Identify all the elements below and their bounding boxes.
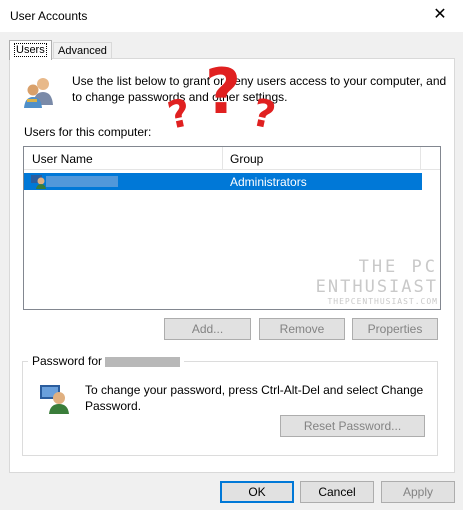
password-instructions: To change your password, press Ctrl-Alt-… (85, 383, 424, 413)
properties-button[interactable]: Properties (352, 318, 438, 340)
watermark: THE PC ENTHUSIAST THEPCENTHUSIAST.COM (258, 257, 438, 306)
tab-advanced[interactable]: Advanced (53, 42, 112, 59)
tab-users[interactable]: Users (9, 40, 52, 60)
watermark-line: ENTHUSIAST (315, 277, 438, 297)
column-group[interactable]: Group (230, 152, 263, 166)
password-groupbox-legend: Password for (28, 354, 185, 368)
user-icon (40, 385, 69, 414)
cancel-button[interactable]: Cancel (300, 481, 374, 503)
column-user-name[interactable]: User Name (32, 152, 93, 166)
watermark-line: THEPCENTHUSIAST.COM (327, 297, 438, 306)
title-bar: User Accounts ✕ (0, 0, 463, 32)
reset-password-button[interactable]: Reset Password... (280, 415, 425, 437)
apply-button[interactable]: Apply (381, 481, 455, 503)
column-divider[interactable] (222, 147, 223, 169)
table-row[interactable]: Administrators (24, 173, 422, 190)
row-group: Administrators (230, 175, 307, 189)
remove-button[interactable]: Remove (259, 318, 345, 340)
users-list-label: Users for this computer: (24, 125, 152, 139)
password-legend-prefix: Password for (32, 354, 103, 368)
window-title: User Accounts (10, 9, 88, 23)
watermark-line: THE PC (358, 257, 438, 277)
users-icon (24, 78, 53, 108)
add-button[interactable]: Add... (164, 318, 251, 340)
ok-button[interactable]: OK (220, 481, 294, 503)
user-icon (31, 175, 46, 189)
column-divider[interactable] (420, 147, 421, 169)
user-name-redacted (46, 176, 118, 187)
tab-users-label: Users (14, 43, 47, 57)
tab-advanced-label: Advanced (58, 45, 107, 57)
question-mark-overlay: ? (205, 55, 241, 128)
user-name-redacted (105, 356, 181, 367)
close-icon[interactable]: ✕ (417, 0, 463, 32)
list-header: User Name Group (24, 147, 440, 170)
